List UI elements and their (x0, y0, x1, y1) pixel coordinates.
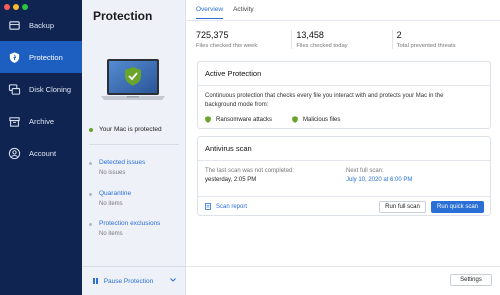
card-title: Antivirus scan (198, 137, 490, 161)
protection-exclusions-link[interactable]: Protection exclusions (99, 220, 160, 227)
divider (89, 144, 179, 145)
protection-exclusions-value: No items (99, 231, 123, 237)
protection-summary-panel: Protection Your Mac is protected Detecte… (82, 0, 186, 295)
sidebar-item-label: Backup (29, 20, 55, 30)
stat-value: 2 (396, 30, 402, 40)
feature-ransomware: Ransomware attacks (205, 116, 272, 123)
page-title: Protection (93, 9, 153, 23)
shield-icon (7, 50, 21, 64)
antivirus-actions: Scan report Run full scan Run quick scan (198, 196, 490, 216)
bullet-icon (89, 193, 92, 196)
protection-exclusions: Protection exclusions No items (89, 220, 160, 237)
tab-bar: Overview Activity (196, 6, 254, 19)
active-protection-description: Continuous protection that checks every … (205, 93, 444, 108)
sidebar-item-label: Account (29, 148, 57, 158)
protection-status: Your Mac is protected (89, 126, 162, 133)
detected-issues-link[interactable]: Detected issues (99, 159, 145, 166)
divider (186, 20, 500, 21)
stat-label: Files checked this week (196, 43, 258, 49)
sidebar-item-label: Disk Cloning (29, 84, 72, 94)
tab-overview[interactable]: Overview (196, 6, 224, 19)
report-icon (205, 203, 211, 210)
stat-value: 725,375 (196, 30, 229, 40)
antivirus-scan-card: Antivirus scan The last scan was not com… (197, 136, 491, 216)
sidebar: Backup Protection Disk Cloning Archive A… (0, 0, 82, 295)
sidebar-item-archive[interactable]: Archive (0, 105, 82, 137)
feature-malicious-files: Malicious files (292, 116, 340, 123)
scan-report-link[interactable]: Scan report (205, 203, 247, 210)
backup-icon (7, 18, 21, 32)
quarantine-value: No items (99, 201, 123, 207)
last-scan-label: The last scan was not completed: (205, 168, 295, 174)
sidebar-item-disk-cloning[interactable]: Disk Cloning (0, 73, 82, 105)
sidebar-item-account[interactable]: Account (0, 137, 82, 169)
protection-status-text: Your Mac is protected (99, 126, 162, 133)
status-dot-icon (89, 127, 93, 132)
feature-label: Malicious files (303, 116, 341, 123)
shield-check-icon (205, 116, 211, 123)
quarantine: Quarantine No items (89, 190, 131, 207)
scan-report-label: Scan report (216, 203, 248, 210)
sidebar-item-label: Protection (29, 52, 63, 62)
next-scan-link[interactable]: July 10, 2020 at 6:00 PM (346, 177, 412, 183)
run-full-scan-button[interactable]: Run full scan (379, 201, 426, 213)
next-scan-label: Next full scan: (346, 168, 384, 174)
chevron-down-icon (170, 278, 176, 282)
stat-label: Total prevented threats (396, 43, 456, 49)
last-scan: The last scan was not completed: yesterd… (205, 168, 294, 183)
stat-prevented-threats: 2 Total prevented threats (391, 30, 492, 49)
feature-label: Ransomware attacks (216, 116, 273, 123)
bullet-icon (89, 223, 92, 226)
settings-button[interactable]: Settings (450, 274, 492, 286)
quarantine-link[interactable]: Quarantine (99, 190, 131, 197)
disk-cloning-icon (7, 82, 21, 96)
stat-files-week: 725,375 Files checked this week (196, 30, 291, 49)
pause-protection-label: Pause Protection (103, 277, 154, 285)
sidebar-item-backup[interactable]: Backup (0, 9, 82, 41)
stat-label: Files checked today (296, 43, 348, 49)
account-icon (7, 146, 21, 160)
sidebar-item-protection[interactable]: Protection (0, 41, 82, 73)
bullet-icon (89, 162, 92, 165)
active-protection-card: Active Protection Continuous protection … (197, 61, 491, 129)
next-scan: Next full scan: July 10, 2020 at 6:00 PM (346, 168, 412, 183)
run-quick-scan-button[interactable]: Run quick scan (431, 201, 484, 213)
pause-icon (93, 278, 98, 284)
tab-activity[interactable]: Activity (233, 6, 254, 19)
stat-value: 13,458 (296, 30, 324, 40)
laptop-shield-illustration (101, 59, 165, 100)
card-title: Active Protection (198, 62, 490, 86)
archive-icon (7, 114, 21, 128)
last-scan-value: yesterday, 2:05 PM (205, 177, 257, 183)
stats-row: 725,375 Files checked this week 13,458 F… (196, 30, 492, 49)
divider (186, 266, 500, 267)
sidebar-nav: Backup Protection Disk Cloning Archive A… (0, 9, 82, 169)
stat-files-today: 13,458 Files checked today (291, 30, 391, 49)
pause-protection-button[interactable]: Pause Protection (82, 266, 186, 295)
detected-issues-value: No issues (99, 170, 126, 176)
sidebar-item-label: Archive (29, 116, 55, 126)
main-content: Overview Activity 725,375 Files checked … (186, 0, 500, 295)
detected-issues: Detected issues No issues (89, 159, 145, 176)
shield-check-icon (292, 116, 298, 123)
protection-features: Ransomware attacks Malicious files (205, 116, 340, 123)
